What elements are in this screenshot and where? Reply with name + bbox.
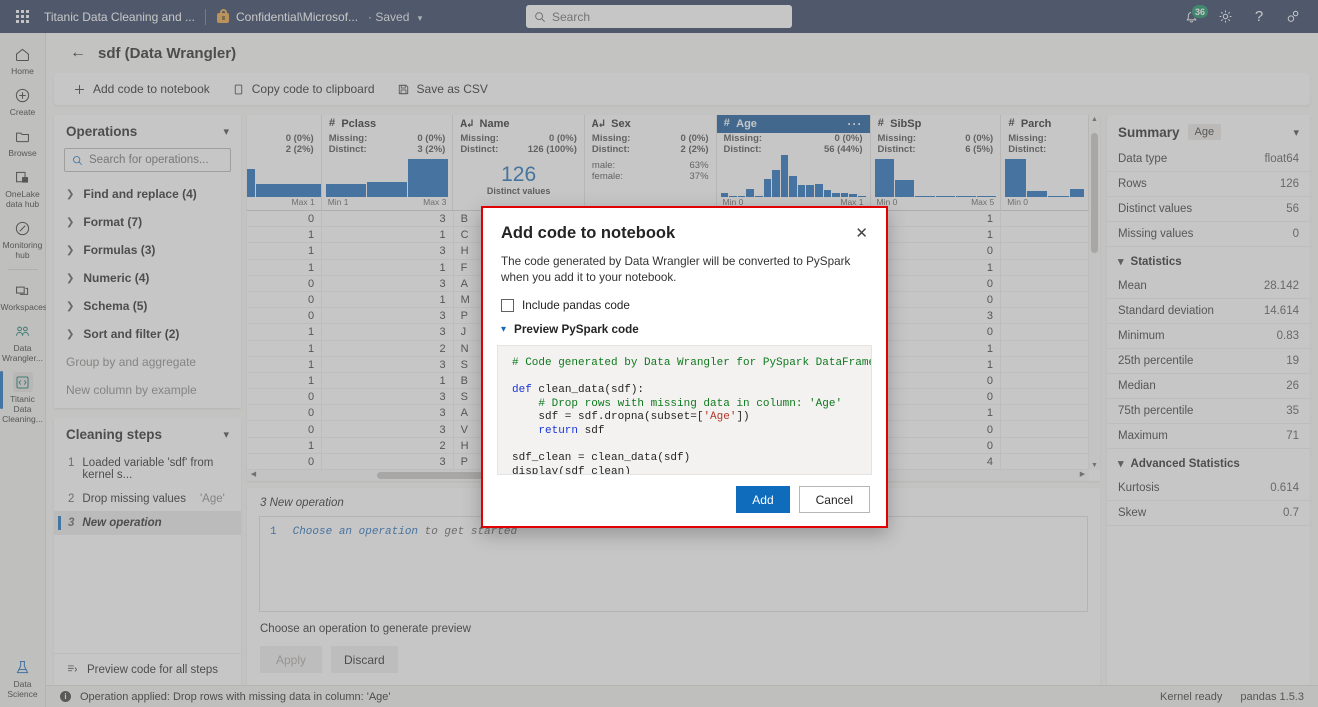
add-code-to-notebook-dialog: Add code to notebook ✕ The code generate…: [481, 206, 888, 528]
code-comment: # Drop rows with missing data in column:…: [512, 397, 843, 410]
code-text: sdf: [578, 424, 605, 437]
checkbox-label: Include pandas code: [522, 299, 630, 312]
code-text: sdf_clean = clean_data(sdf): [512, 452, 691, 465]
code-text: clean_data(sdf):: [531, 384, 645, 397]
dialog-buttons: Add Cancel: [483, 475, 886, 526]
dialog-description: The code generated by Data Wrangler will…: [501, 255, 851, 284]
include-pandas-code-checkbox[interactable]: Include pandas code: [483, 286, 886, 312]
code-keyword: def: [512, 384, 532, 397]
dialog-header: Add code to notebook ✕: [483, 208, 886, 243]
pyspark-code-preview: # Code generated by Data Wrangler for Py…: [497, 345, 872, 475]
preview-pyspark-code-toggle[interactable]: ▾ Preview PySpark code: [483, 312, 886, 336]
add-button[interactable]: Add: [736, 486, 790, 513]
data-wrangler-app: Titanic Data Cleaning and ... Confidenti…: [0, 0, 1318, 707]
code-string: 'Age': [703, 411, 737, 424]
code-text: display(sdf_clean): [512, 465, 631, 475]
cancel-button[interactable]: Cancel: [798, 486, 870, 513]
code-keyword: return: [512, 424, 579, 437]
checkbox-box: [501, 299, 514, 312]
code-comment: # Code generated by Data Wrangler for Py…: [512, 357, 872, 369]
code-text: ]): [736, 411, 750, 424]
code-text: sdf = sdf.dropna(subset=[: [512, 411, 704, 424]
chevron-down-icon: ▾: [501, 324, 507, 335]
preview-toggle-label: Preview PySpark code: [514, 323, 639, 336]
close-icon[interactable]: ✕: [853, 224, 870, 241]
dialog-title: Add code to notebook: [501, 224, 676, 242]
